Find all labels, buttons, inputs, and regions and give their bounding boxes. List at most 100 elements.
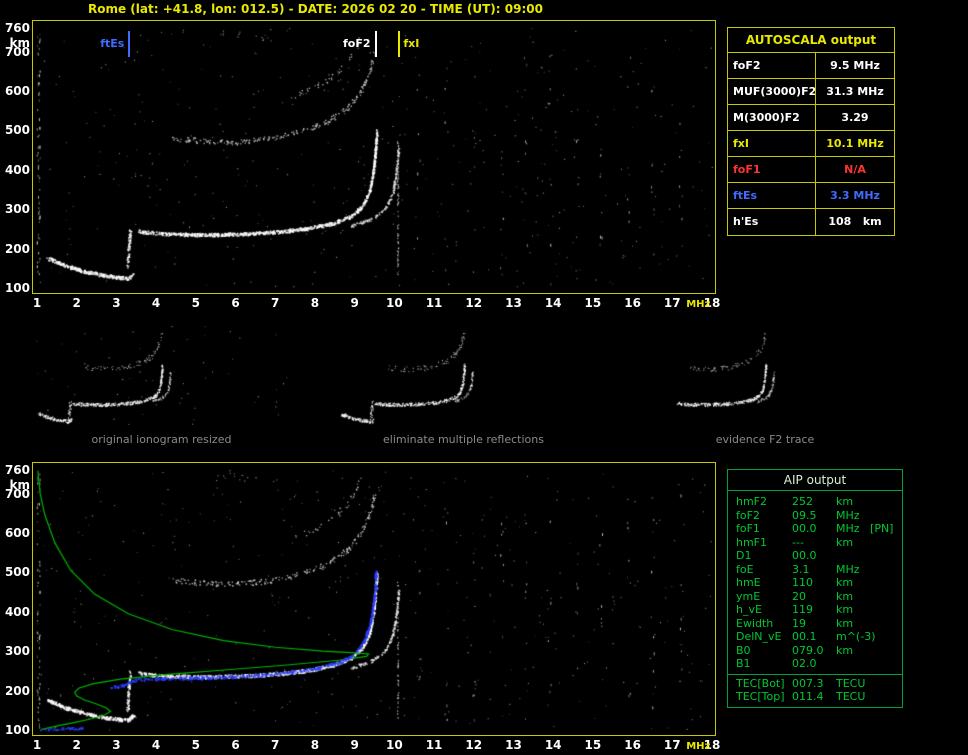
aip-row-unit: km bbox=[836, 616, 854, 630]
aip-row-fof1: foF1 00.0 MHz [PN] bbox=[728, 522, 902, 536]
aip-row-foe: foE 3.1 MHz bbox=[728, 563, 902, 577]
autoscala-row-fof2: foF2 9.5 MHz bbox=[728, 53, 894, 79]
x-tick-label: 1 bbox=[32, 296, 42, 310]
marker-label-fof2: foF2 bbox=[342, 37, 371, 50]
thumbnail-caption-original: original ionogram resized bbox=[91, 433, 232, 446]
top-ionogram-canvas bbox=[33, 21, 715, 293]
y-tick-label: 760 bbox=[4, 21, 30, 35]
autoscala-panel-title: AUTOSCALA output bbox=[728, 28, 894, 53]
y-tick-label: 700 bbox=[4, 486, 30, 501]
autoscala-row-fof1: foF1 N/A bbox=[728, 157, 894, 183]
thumbnail-canvas-reflections bbox=[337, 325, 590, 425]
y-tick-label: 300 bbox=[4, 644, 30, 659]
autoscala-row-label: fxI bbox=[728, 131, 816, 156]
x-tick-label: 13 bbox=[505, 738, 522, 752]
aip-row-unit: km bbox=[836, 535, 854, 549]
autoscala-row-h-es: h'Es 108 km bbox=[728, 209, 894, 235]
autoscala-row-ftes: ftEs 3.3 MHz bbox=[728, 183, 894, 209]
aip-row-unit: m^(-3) bbox=[836, 630, 876, 643]
x-axis-unit-label: MHz bbox=[686, 741, 711, 752]
aip-row-unit bbox=[836, 657, 902, 671]
thumbnail-original-ionogram bbox=[35, 325, 288, 425]
aip-row-label: D1 bbox=[736, 549, 752, 562]
aip-row-value: 19 bbox=[792, 616, 806, 630]
x-tick-label: 10 bbox=[385, 296, 403, 310]
aip-row-unit: km bbox=[836, 495, 854, 508]
y-tick-label: 760 bbox=[4, 463, 30, 477]
autoscala-row-value: 31.3 MHz bbox=[826, 85, 884, 98]
aip-row-hmf2: hmF2 252 km bbox=[728, 495, 902, 509]
bottom-plot-frame bbox=[32, 462, 716, 736]
x-tick-label: 12 bbox=[465, 296, 483, 310]
x-tick-label: 8 bbox=[310, 296, 320, 310]
y-tick-label: 600 bbox=[4, 84, 30, 99]
aip-row-unit bbox=[836, 549, 902, 563]
y-tick-label: 400 bbox=[4, 604, 30, 619]
aip-output-panel: AIP output hmF2 252 km foF2 09.5 MHz foF1 00.0 M… bbox=[727, 469, 903, 708]
aip-row-unit: km bbox=[836, 589, 854, 603]
autoscala-row-value: 3.3 MHz bbox=[830, 189, 880, 202]
x-tick-label: 10 bbox=[385, 738, 403, 752]
aip-row-label: B1 bbox=[736, 657, 751, 670]
aip-panel-title: AIP output bbox=[728, 470, 902, 491]
x-tick-label: 6 bbox=[231, 296, 240, 310]
autoscala-row-value: 9.5 MHz bbox=[830, 59, 880, 72]
aip-row-unit: km bbox=[836, 643, 854, 657]
y-tick-label: 500 bbox=[4, 565, 30, 580]
aip-row-value: 00.1 bbox=[792, 630, 817, 643]
header-title: Rome (lat: +41.8, lon: 012.5) - DATE: 20… bbox=[88, 2, 543, 16]
y-tick-label: 200 bbox=[4, 683, 30, 698]
x-tick-label: 13 bbox=[505, 296, 522, 310]
aip-row-value: 007.3 bbox=[792, 676, 824, 690]
x-tick-label: 2 bbox=[72, 738, 81, 752]
x-tick-label: 6 bbox=[231, 738, 240, 752]
aip-row-value: 119 bbox=[792, 603, 813, 616]
aip-row-yme: ymE 20 km bbox=[728, 590, 902, 604]
aip-row-value: 00.0 bbox=[792, 522, 817, 535]
aip-row-label: Ewidth bbox=[736, 616, 774, 630]
aip-row-d1: D1 00.0 bbox=[728, 549, 902, 563]
aip-row-label: foF2 bbox=[736, 508, 760, 522]
autoscala-row-label: M(3000)F2 bbox=[728, 105, 816, 130]
marker-label-ftes: ftEs bbox=[100, 37, 125, 50]
aip-row-value: --- bbox=[792, 535, 804, 549]
aip-row-hme: hmE 110 km bbox=[728, 576, 902, 590]
y-tick-label: 500 bbox=[4, 123, 30, 138]
x-axis-unit-label: MHz bbox=[686, 299, 711, 310]
y-tick-label: 300 bbox=[4, 202, 30, 217]
aip-row-deln-ve: DelN_vE 00.1 m^(-3) bbox=[728, 630, 902, 644]
aip-row-label: h_vE bbox=[736, 603, 762, 616]
aip-row-value: 00.0 bbox=[792, 549, 817, 562]
x-tick-label: 4 bbox=[151, 296, 161, 310]
aip-row-value: 3.1 bbox=[792, 562, 810, 576]
y-tick-label: 400 bbox=[4, 162, 30, 177]
x-tick-label: 18 bbox=[703, 738, 721, 752]
aip-row-unit: TECU bbox=[836, 676, 866, 690]
x-tick-label: 16 bbox=[624, 738, 641, 752]
autoscala-row-m-3000-f2: M(3000)F2 3.29 bbox=[728, 105, 894, 131]
x-tick-label: 4 bbox=[151, 738, 161, 752]
x-tick-label: 1 bbox=[32, 738, 42, 752]
autoscala-row-label: ftEs bbox=[728, 183, 816, 208]
autoscala-row-value: 3.29 bbox=[841, 111, 869, 124]
aip-row-unit: MHz [PN] bbox=[836, 522, 894, 535]
aip-row-label: foE bbox=[736, 562, 754, 576]
aip-row-value: 252 bbox=[792, 495, 813, 508]
autoscala-row-label: h'Es bbox=[728, 209, 816, 235]
y-axis-unit-label: km bbox=[9, 36, 30, 50]
x-tick-label: 17 bbox=[663, 738, 681, 752]
thumbnail-caption-reflections: eliminate multiple reflections bbox=[383, 433, 544, 446]
aip-row-value: 011.4 bbox=[792, 689, 824, 703]
aip-row-label: hmF2 bbox=[736, 495, 768, 508]
x-tick-label: 9 bbox=[350, 296, 359, 310]
aip-row-tec-top-: TEC[Top] 011.4 TECU bbox=[728, 690, 902, 704]
x-tick-label: 7 bbox=[271, 738, 280, 752]
aip-row-b1: B1 02.0 bbox=[728, 657, 902, 671]
autoscala-row-label: MUF(3000)F2 bbox=[728, 79, 816, 104]
x-tick-label: 15 bbox=[584, 296, 602, 310]
aip-row-h-ve: h_vE 119 km bbox=[728, 603, 902, 617]
x-tick-label: 15 bbox=[584, 738, 602, 752]
x-tick-label: 8 bbox=[310, 738, 320, 752]
aip-row-label: ymE bbox=[736, 589, 761, 603]
autoscala-rows: foF2 9.5 MHz MUF(3000)F2 31.3 MHz M(3000)F2 3… bbox=[728, 53, 894, 235]
